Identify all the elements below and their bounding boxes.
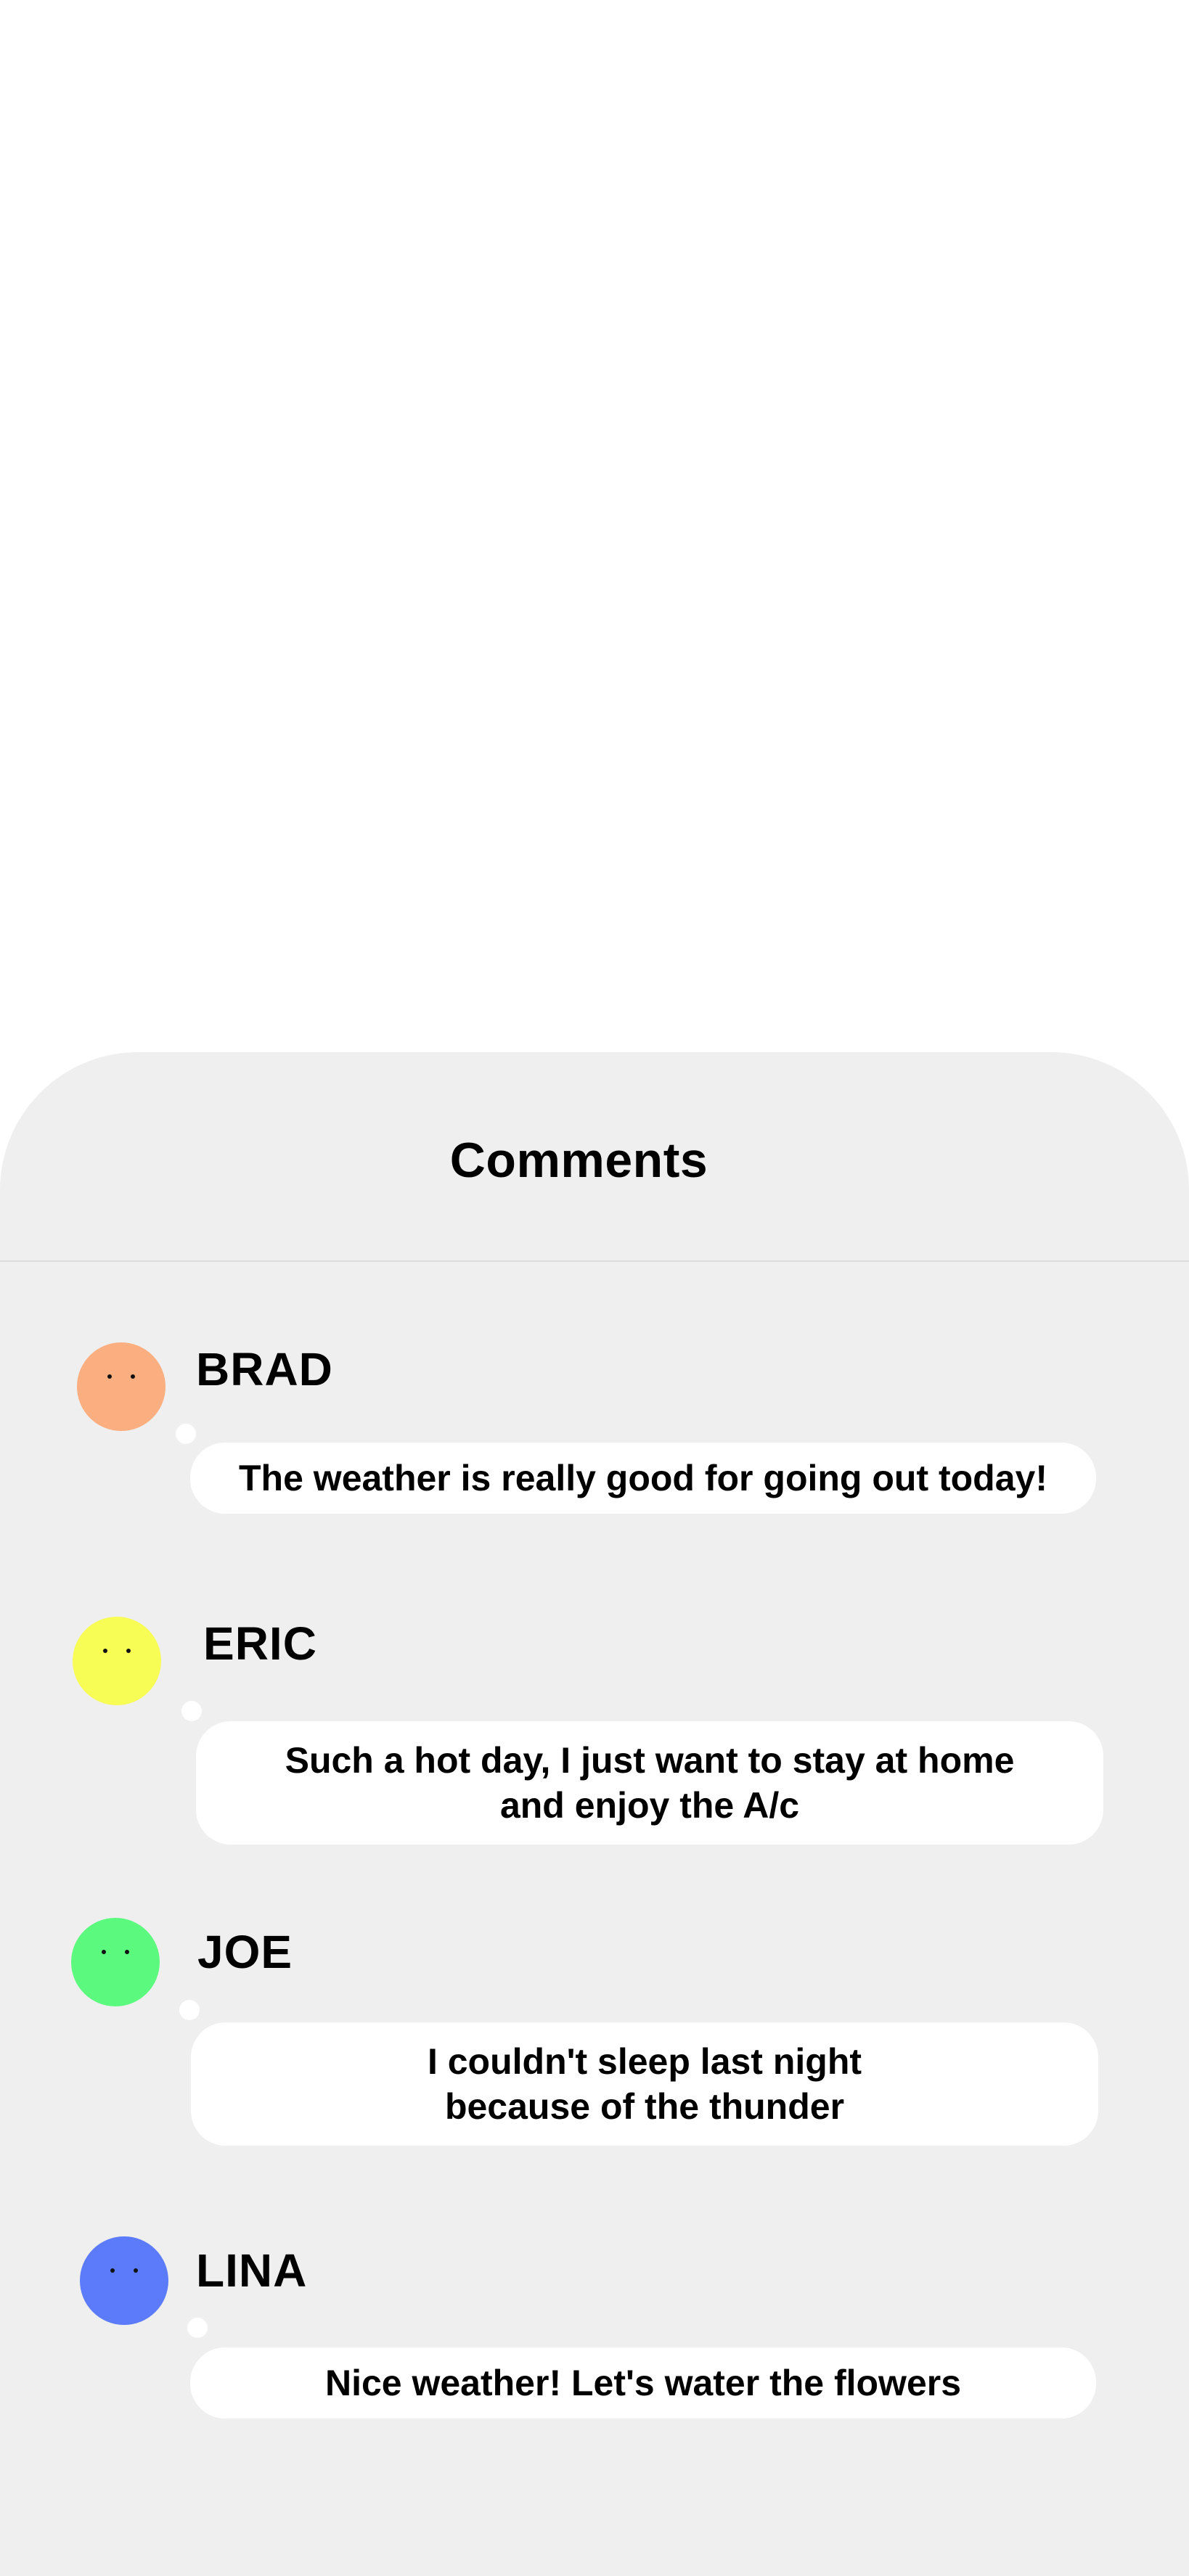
avatar[interactable]: [71, 1918, 160, 2006]
avatar[interactable]: [80, 2236, 168, 2325]
comment-author[interactable]: JOE: [197, 1925, 293, 1979]
avatar-eye: [126, 1649, 131, 1653]
avatar-eye: [103, 1649, 107, 1653]
bubble-tail-dot: [181, 1701, 202, 1721]
comment-bubble[interactable]: The weather is really good for going out…: [190, 1443, 1096, 1514]
divider: [0, 1260, 1189, 1262]
bubble-tail-dot: [187, 2318, 208, 2338]
comment-bubble[interactable]: I couldn't sleep last night because of t…: [191, 2022, 1098, 2146]
bubble-tail-dot: [176, 1424, 196, 1444]
sheet-title: Comments: [449, 1133, 708, 1188]
comment-author[interactable]: ERIC: [203, 1617, 317, 1670]
avatar[interactable]: [73, 1617, 161, 1705]
avatar-eye: [125, 1950, 129, 1954]
avatar-eye: [102, 1950, 106, 1954]
comment-author[interactable]: LINA: [196, 2244, 307, 2297]
avatar-eye: [131, 1374, 135, 1379]
avatar-eye: [110, 2268, 115, 2273]
avatar-eye: [107, 1374, 112, 1379]
bubble-tail-dot: [179, 2000, 200, 2020]
avatar-eye: [134, 2268, 138, 2273]
comment-author[interactable]: BRAD: [196, 1342, 333, 1396]
page: Comments BRAD The weather is really good…: [0, 0, 1189, 2576]
comments-sheet: Comments BRAD The weather is really good…: [0, 1052, 1189, 2576]
avatar[interactable]: [77, 1342, 166, 1431]
comment-bubble[interactable]: Such a hot day, I just want to stay at h…: [196, 1721, 1103, 1845]
comment-bubble[interactable]: Nice weather! Let's water the flowers: [190, 2347, 1096, 2419]
